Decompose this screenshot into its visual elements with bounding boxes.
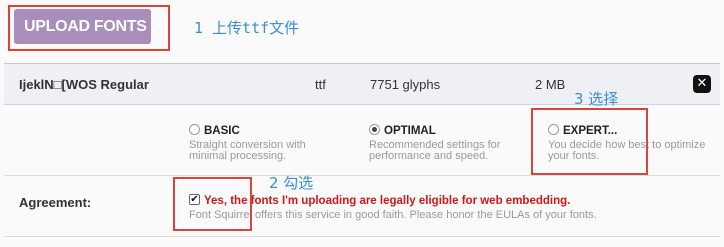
divider-bottom bbox=[4, 236, 720, 237]
close-icon[interactable]: ✕ bbox=[693, 75, 711, 93]
option-basic-desc: Straight conversion with minimal process… bbox=[189, 139, 306, 162]
option-basic-title: BASIC bbox=[204, 125, 240, 137]
radio-optimal[interactable] bbox=[369, 124, 380, 135]
font-format: ttf bbox=[315, 77, 326, 92]
option-optimal-desc: Recommended settings for performance and… bbox=[369, 139, 501, 162]
annotation-step2: 2 勾选 bbox=[269, 174, 314, 192]
option-optimal-title: OPTIMAL bbox=[384, 125, 436, 137]
agreement-label: Agreement: bbox=[19, 195, 92, 210]
radio-basic[interactable] bbox=[189, 124, 200, 135]
font-glyphs: 7751 glyphs bbox=[370, 77, 441, 92]
font-name: IjeklN□[WOS Regular bbox=[19, 77, 149, 92]
agreement-text: Yes, the fonts I'm uploading are legally… bbox=[204, 195, 571, 207]
divider bbox=[4, 175, 720, 176]
annotation-box-checkbox bbox=[173, 177, 252, 231]
annotation-box-expert bbox=[531, 108, 648, 175]
annotation-step1: 1 上传ttf文件 bbox=[194, 19, 300, 37]
annotation-step3: 3 选择 bbox=[574, 90, 619, 108]
font-size: 2 MB bbox=[535, 77, 566, 92]
annotation-box-upload bbox=[8, 5, 170, 51]
